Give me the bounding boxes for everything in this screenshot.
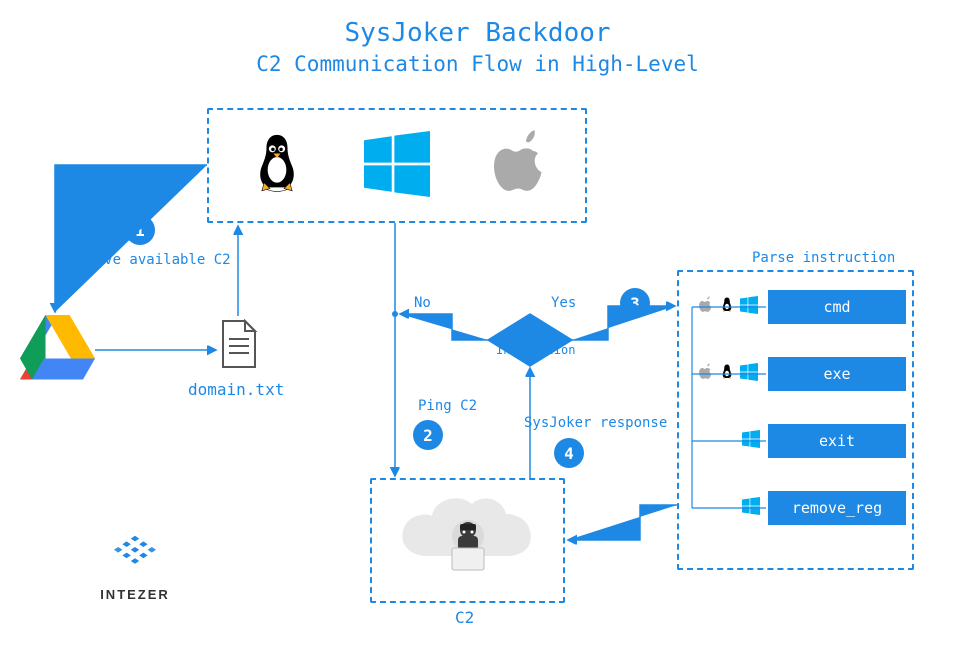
linux-icon xyxy=(718,296,736,314)
remove-reg-platforms xyxy=(742,497,760,515)
google-drive-icon xyxy=(20,315,95,380)
diagram-title: SysJoker Backdoor xyxy=(0,18,955,48)
step-2-circle: 2 xyxy=(413,420,443,450)
step-3-circle: 3 xyxy=(620,288,650,318)
exe-command: exe xyxy=(768,357,906,391)
step-1-circle: 1 xyxy=(125,215,155,245)
c2-label: C2 xyxy=(455,608,474,627)
diagram-subtitle: C2 Communication Flow in High-Level xyxy=(0,52,955,76)
windows-icon xyxy=(740,296,758,314)
apple-icon xyxy=(696,296,714,314)
step-4-circle: 4 xyxy=(554,438,584,468)
step-2-label: Ping C2 xyxy=(418,398,477,414)
apple-icon xyxy=(696,363,714,381)
document-file-icon xyxy=(219,319,259,369)
c2-server-box xyxy=(370,478,565,603)
decision-yes: Yes xyxy=(551,295,576,311)
decision-no: No xyxy=(414,295,431,311)
windows-icon xyxy=(742,497,760,515)
linux-icon xyxy=(718,363,736,381)
exe-platforms xyxy=(696,363,758,381)
intezer-logo-text: INTEZER xyxy=(90,587,180,602)
exit-platforms xyxy=(742,430,760,448)
cmd-command: cmd xyxy=(768,290,906,324)
intezer-logo: INTEZER xyxy=(90,533,180,602)
step-1-label: Resolve available C2 xyxy=(62,252,231,268)
remove-reg-command: remove_reg xyxy=(768,491,906,525)
windows-icon xyxy=(364,131,430,201)
domain-file-label: domain.txt xyxy=(188,380,284,399)
parse-instruction-title: Parse instruction xyxy=(752,250,895,266)
decision-label: C2 Instruction xyxy=(496,329,566,358)
cmd-platforms xyxy=(696,296,758,314)
apple-icon xyxy=(487,129,547,203)
exit-command: exit xyxy=(768,424,906,458)
windows-icon xyxy=(742,430,760,448)
windows-icon xyxy=(740,363,758,381)
linux-icon xyxy=(247,129,307,203)
os-platforms-box xyxy=(207,108,587,223)
step-4-label: SysJoker response xyxy=(524,415,667,431)
